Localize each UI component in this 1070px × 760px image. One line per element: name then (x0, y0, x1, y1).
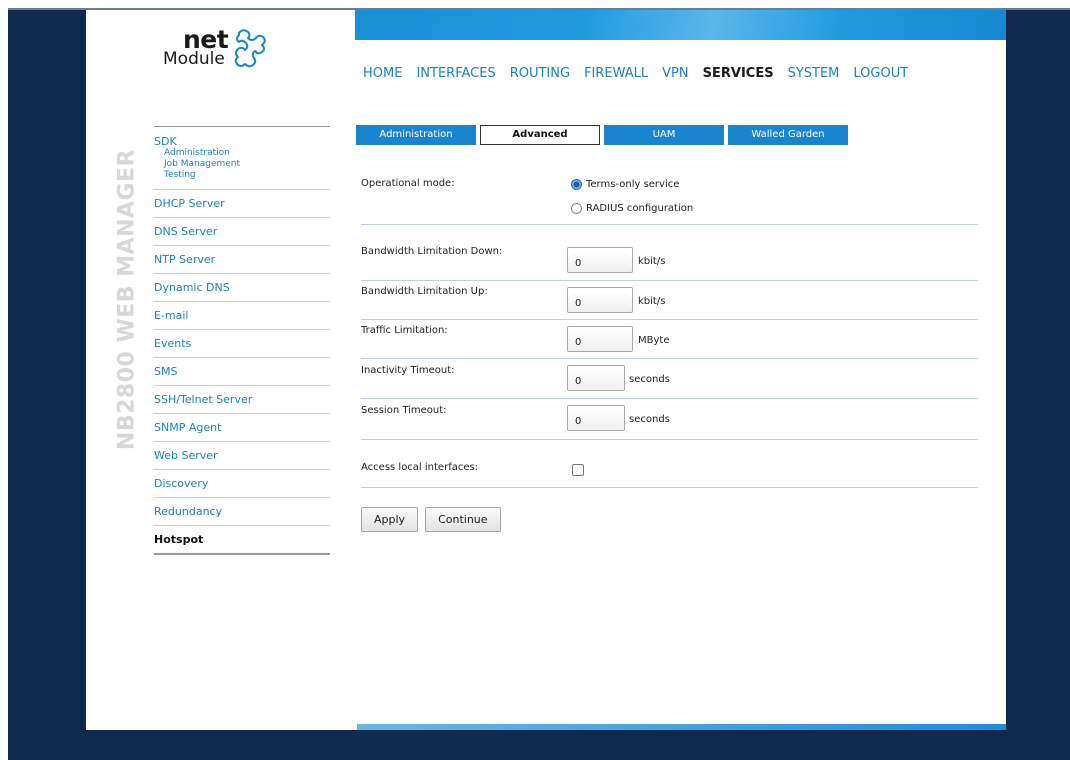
sidebar-item-snmp-agent[interactable]: SNMP Agent (154, 414, 330, 442)
inactivity-input[interactable]: 0 (567, 365, 625, 391)
traffic-input[interactable]: 0 (567, 326, 633, 352)
session-row: Session Timeout: 0 seconds (361, 399, 978, 440)
sidebar-item-email[interactable]: E-mail (154, 302, 330, 330)
sidebar-item-events[interactable]: Events (154, 330, 330, 358)
session-input[interactable]: 0 (567, 405, 625, 431)
nav-services[interactable]: SERVICES (703, 66, 774, 81)
vertical-product-title-text: NB2800 WEB MANAGER (114, 148, 140, 451)
traffic-row: Traffic Limitation: 0 MByte (361, 320, 978, 359)
puzzle-icon (234, 29, 266, 68)
advanced-settings-form: Operational mode: Terms-only service RAD… (361, 170, 978, 488)
bw-up-input[interactable]: 0 (567, 287, 633, 313)
nav-logout[interactable]: LOGOUT (853, 66, 908, 81)
inactivity-label: Inactivity Timeout: (361, 365, 455, 376)
session-label: Session Timeout: (361, 405, 447, 416)
nav-vpn[interactable]: VPN (662, 66, 688, 81)
operational-mode-label: Operational mode: (361, 178, 455, 189)
continue-button[interactable]: Continue (425, 507, 501, 532)
traffic-unit: MByte (638, 335, 670, 346)
sidebar-item-web-server[interactable]: Web Server (154, 442, 330, 470)
session-unit: seconds (629, 414, 670, 425)
sidebar-subitem-testing[interactable]: Testing (164, 170, 330, 181)
sidebar-item-sms[interactable]: SMS (154, 358, 330, 386)
bw-up-unit: kbit/s (638, 296, 666, 307)
sidebar-item-dynamic-dns[interactable]: Dynamic DNS (154, 274, 330, 302)
bw-down-input[interactable]: 0 (567, 247, 633, 273)
apply-button[interactable]: Apply (361, 507, 419, 532)
access-local-checkbox[interactable] (572, 464, 584, 476)
terms-only-option[interactable]: Terms-only service (571, 179, 679, 190)
sidebar-subitem-job-management[interactable]: Job Management (164, 159, 330, 170)
terms-only-label: Terms-only service (586, 179, 680, 190)
bw-down-unit: kbit/s (638, 256, 666, 267)
vertical-product-title: NB2800 WEB MANAGER (112, 125, 140, 485)
access-local-row: Access local interfaces: (361, 440, 978, 488)
nav-routing[interactable]: ROUTING (510, 66, 570, 81)
tab-walled-garden[interactable]: Walled Garden (728, 125, 848, 145)
sidebar-item-ntp-server[interactable]: NTP Server (154, 246, 330, 274)
tab-administration[interactable]: Administration (356, 125, 476, 145)
nav-system[interactable]: SYSTEM (788, 66, 840, 81)
sidebar-subitem-administration[interactable]: Administration (164, 148, 330, 159)
sidebar-item-dns-server[interactable]: DNS Server (154, 218, 330, 246)
sidebar: SDK Administration Job Management Testin… (149, 126, 330, 555)
bw-down-row: Bandwidth Limitation Down: 0 kbit/s (361, 225, 978, 281)
access-local-label: Access local interfaces: (361, 462, 479, 473)
nav-interfaces[interactable]: INTERFACES (416, 66, 495, 81)
sidebar-item-dhcp-server[interactable]: DHCP Server (154, 190, 330, 218)
sidebar-item-hotspot[interactable]: Hotspot (154, 526, 330, 555)
radius-option[interactable]: RADIUS configuration (571, 203, 693, 214)
bw-up-row: Bandwidth Limitation Up: 0 kbit/s (361, 281, 978, 320)
netmodule-logo[interactable]: net Module (163, 25, 293, 77)
sidebar-item-sdk[interactable]: SDK (154, 135, 330, 148)
operational-mode-row: Operational mode: Terms-only service RAD… (361, 170, 978, 225)
header-band (355, 10, 1006, 40)
hotspot-tabs: Administration Advanced UAM Walled Garde… (356, 125, 852, 145)
radius-radio[interactable] (571, 203, 582, 214)
bw-down-label: Bandwidth Limitation Down: (361, 246, 503, 257)
nav-firewall[interactable]: FIREWALL (584, 66, 648, 81)
tab-advanced[interactable]: Advanced (480, 125, 600, 145)
radius-label: RADIUS configuration (586, 203, 694, 214)
sidebar-item-ssh-telnet-server[interactable]: SSH/Telnet Server (154, 386, 330, 414)
tab-uam[interactable]: UAM (604, 125, 724, 145)
form-buttons: Apply Continue (361, 507, 508, 532)
sidebar-item-redundancy[interactable]: Redundancy (154, 498, 330, 526)
sidebar-group-sdk: SDK Administration Job Management Testin… (154, 127, 330, 190)
inactivity-unit: seconds (629, 374, 670, 385)
sidebar-item-discovery[interactable]: Discovery (154, 470, 330, 498)
bw-up-label: Bandwidth Limitation Up: (361, 286, 488, 297)
nav-home[interactable]: HOME (363, 66, 402, 81)
terms-only-radio[interactable] (571, 179, 582, 190)
inactivity-row: Inactivity Timeout: 0 seconds (361, 359, 978, 399)
footer-band (357, 724, 1006, 730)
traffic-label: Traffic Limitation: (361, 325, 448, 336)
main-nav: HOME INTERFACES ROUTING FIREWALL VPN SER… (363, 66, 922, 81)
logo-text-module: Module (163, 49, 225, 69)
